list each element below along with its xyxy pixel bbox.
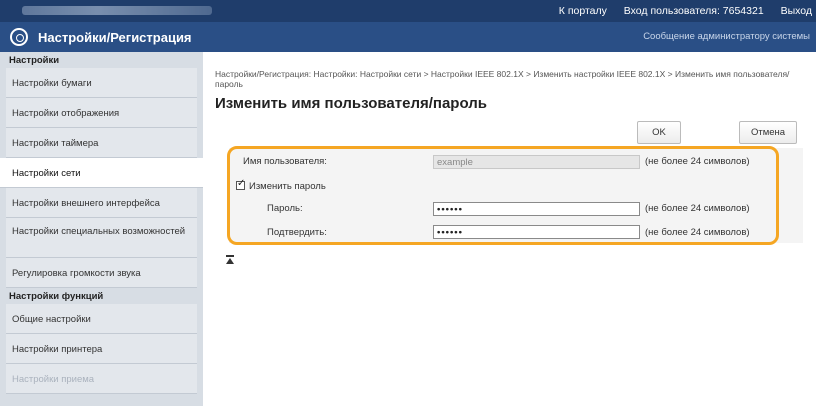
top-bar: К порталу Вход пользователя: 7654321 Вых…: [0, 0, 816, 22]
form-panel-edge: [777, 148, 803, 243]
main-content: Настройки/Регистрация: Настройки: Настро…: [203, 52, 816, 406]
back-to-top-icon[interactable]: [226, 254, 236, 266]
ok-button[interactable]: OK: [637, 121, 681, 144]
header: Настройки/Регистрация Сообщение админист…: [0, 22, 816, 52]
sidebar-item-volume[interactable]: Регулировка громкости звука: [6, 258, 197, 288]
sidebar-item-paper[interactable]: Настройки бумаги: [6, 68, 197, 98]
sidebar-item-receive[interactable]: Настройки приема: [6, 364, 197, 394]
sidebar-group-functions: Настройки функций: [9, 291, 104, 302]
top-links: К порталу Вход пользователя: 7654321 Вых…: [545, 5, 812, 17]
device-name-blurred: [22, 6, 212, 15]
login-user-text: Вход пользователя: 7654321: [623, 5, 764, 17]
page-title: Изменить имя пользователя/пароль: [215, 95, 488, 112]
sidebar-item-external-interface[interactable]: Настройки внешнего интерфейса: [6, 188, 197, 218]
sidebar-item-accessibility[interactable]: Настройки специальных возможностей: [6, 218, 197, 258]
sidebar: Настройки Настройки бумаги Настройки ото…: [0, 52, 203, 406]
sidebar-item-common[interactable]: Общие настройки: [6, 304, 197, 334]
sidebar-item-timer[interactable]: Настройки таймера: [6, 128, 197, 158]
highlight-frame: [227, 146, 779, 245]
logout-link[interactable]: Выход: [781, 5, 812, 17]
cancel-button[interactable]: Отмена: [739, 121, 797, 144]
sidebar-item-printer[interactable]: Настройки принтера: [6, 334, 197, 364]
page-header-title: Настройки/Регистрация: [38, 30, 192, 45]
sidebar-item-network[interactable]: Настройки сети: [0, 158, 203, 188]
settings-icon: [10, 28, 28, 46]
portal-link[interactable]: К порталу: [559, 5, 607, 17]
sidebar-item-display[interactable]: Настройки отображения: [6, 98, 197, 128]
breadcrumb: Настройки/Регистрация: Настройки: Настро…: [215, 69, 790, 89]
sidebar-group-settings: Настройки: [9, 55, 60, 66]
admin-message-link[interactable]: Сообщение администратору системы: [643, 31, 810, 42]
